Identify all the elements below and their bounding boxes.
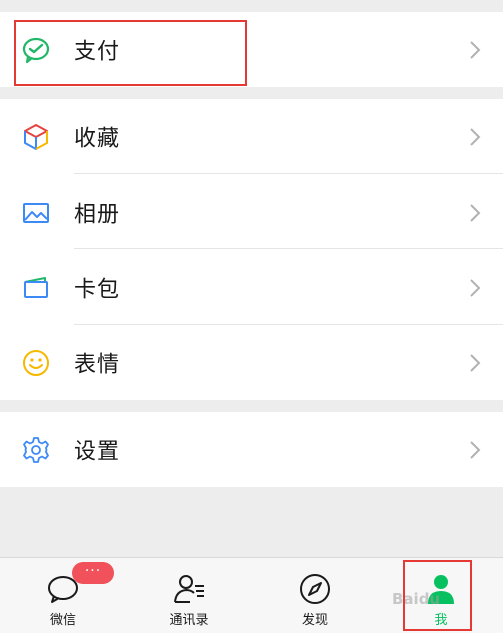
divider: [74, 248, 503, 249]
menu-label-stickers: 表情: [74, 351, 121, 377]
menu-item-album[interactable]: 相册: [0, 175, 503, 250]
settings-group: 设置: [0, 412, 503, 487]
chevron-right-icon: [470, 203, 481, 222]
chevron-right-icon: [470, 127, 481, 146]
features-group: 收藏 相册 卡包 表情: [0, 99, 503, 400]
gear-icon: [23, 436, 49, 463]
highlight-box-me: [403, 560, 472, 631]
chevron-right-icon: [470, 40, 481, 59]
card-wallet-icon: [24, 276, 48, 298]
highlight-box-pay: [14, 20, 247, 86]
chevron-right-icon: [470, 440, 481, 459]
contacts-icon: [174, 575, 204, 603]
menu-label-cards: 卡包: [74, 276, 121, 302]
divider: [74, 173, 503, 174]
unread-badge: ···: [72, 562, 114, 584]
tab-discover[interactable]: 发现: [252, 558, 378, 633]
menu-label-favorites: 收藏: [74, 125, 121, 151]
compass-icon: [300, 574, 330, 604]
tab-label-contacts: 通讯录: [169, 613, 209, 628]
menu-item-stickers[interactable]: 表情: [0, 325, 503, 400]
image-icon: [23, 202, 49, 223]
chevron-right-icon: [470, 353, 481, 372]
tab-contacts[interactable]: 通讯录: [126, 558, 252, 633]
smiley-icon: [23, 349, 49, 376]
top-strip: [0, 0, 503, 12]
tab-label-discover: 发现: [301, 613, 328, 628]
menu-label-settings: 设置: [74, 438, 121, 464]
menu-item-favorites[interactable]: 收藏: [0, 99, 503, 174]
menu-item-settings[interactable]: 设置: [0, 412, 503, 487]
menu-item-cards[interactable]: 卡包: [0, 250, 503, 325]
tab-label-chats: 微信: [49, 613, 76, 628]
tab-chats[interactable]: ··· 微信: [0, 558, 126, 633]
cube-icon: [24, 123, 48, 150]
menu-label-album: 相册: [74, 201, 121, 227]
chevron-right-icon: [470, 278, 481, 297]
